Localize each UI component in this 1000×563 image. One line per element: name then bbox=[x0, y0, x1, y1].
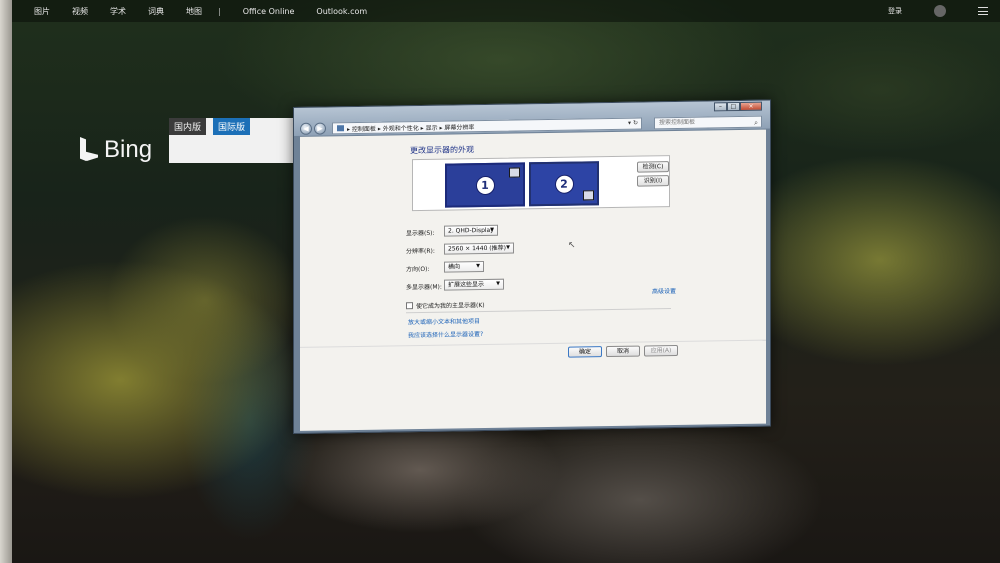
search-input[interactable]: 搜索控制面板 ⌕ bbox=[654, 115, 762, 130]
bing-logo-text: Bing bbox=[104, 136, 153, 163]
detect-button[interactable]: 检测(C) bbox=[637, 161, 669, 173]
nav-link-office-online[interactable]: Office Online bbox=[243, 7, 295, 16]
search-placeholder: 搜索控制面板 bbox=[659, 118, 696, 127]
nav-account-area: 登录 bbox=[866, 5, 988, 17]
back-arrow-icon[interactable]: ◀ bbox=[300, 122, 312, 135]
address-path: ▸ 控制面板 ▸ 外观和个性化 ▸ 显示 ▸ 屏幕分辨率 bbox=[347, 123, 475, 133]
page-title: 更改显示器的外观 bbox=[410, 145, 474, 156]
chevron-down-icon: ▼ bbox=[476, 263, 480, 270]
tab-international[interactable]: 国际版 bbox=[213, 118, 251, 135]
resolution-select[interactable]: 2560 × 1440 (推荐) ▼ bbox=[444, 242, 514, 255]
advanced-settings-link[interactable]: 高级设置 bbox=[652, 286, 676, 295]
forward-arrow-icon[interactable]: ▶ bbox=[314, 122, 326, 135]
multi-display-value: 扩展这些显示 bbox=[448, 280, 485, 289]
screen-resolution-window: – □ × ◀ ▶ ▸ 控制面板 ▸ 外观和个性化 ▸ 显示 ▸ 屏幕分辨率 ▾… bbox=[293, 99, 771, 435]
which-settings-link[interactable]: 我应该选择什么显示器设置? bbox=[408, 329, 483, 339]
nav-link-academic[interactable]: 学术 bbox=[110, 6, 126, 17]
nav-link-videos[interactable]: 视频 bbox=[72, 6, 88, 17]
monitor-arrangement: 1 2 检测(C) 识别(I) bbox=[412, 155, 670, 212]
main-display-option[interactable]: 使它成为我的主显示器(K) bbox=[406, 300, 485, 310]
orientation-value: 横向 bbox=[448, 263, 461, 271]
region-tabs: 国内版 国际版 bbox=[169, 118, 299, 163]
address-dropdown-icon[interactable]: ▾ ↻ bbox=[628, 120, 638, 127]
hamburger-menu-icon[interactable] bbox=[978, 7, 988, 15]
mouse-pointer-icon: ↖ bbox=[568, 240, 576, 251]
nav-separator: | bbox=[218, 6, 221, 16]
monitor-1[interactable]: 1 bbox=[445, 162, 525, 208]
main-display-checkbox[interactable] bbox=[406, 302, 413, 310]
monitor-1-number: 1 bbox=[475, 175, 495, 195]
chevron-down-icon: ▼ bbox=[506, 244, 510, 251]
search-icon[interactable]: ⌕ bbox=[754, 118, 758, 128]
nav-link-maps[interactable]: 地图 bbox=[186, 6, 202, 17]
nav-link-outlook[interactable]: Outlook.com bbox=[316, 7, 367, 16]
tab-china[interactable]: 国内版 bbox=[169, 118, 207, 135]
monitor-2[interactable]: 2 bbox=[529, 161, 599, 207]
signin-link[interactable]: 登录 bbox=[888, 6, 902, 16]
display-select[interactable]: 2. QHD-Display ▼ bbox=[444, 224, 498, 237]
nav-link-images[interactable]: 图片 bbox=[34, 6, 50, 17]
bing-logo[interactable]: Bing bbox=[80, 136, 152, 164]
ok-button[interactable]: 确定 bbox=[568, 346, 602, 358]
main-display-checkbox-label: 使它成为我的主显示器(K) bbox=[416, 301, 485, 311]
monitor-bezel bbox=[0, 0, 12, 563]
control-panel-icon bbox=[337, 125, 344, 132]
monitor-1-badge-icon bbox=[509, 167, 520, 178]
minimize-icon[interactable]: – bbox=[714, 102, 727, 112]
chevron-down-icon: ▼ bbox=[490, 226, 494, 233]
bing-b-icon bbox=[80, 137, 98, 163]
identify-button[interactable]: 识别(I) bbox=[637, 175, 669, 187]
close-icon[interactable]: × bbox=[740, 101, 762, 111]
resolution-label: 分辨率(R): bbox=[406, 247, 435, 256]
button-bar-divider bbox=[300, 339, 766, 348]
cancel-button[interactable]: 取消 bbox=[606, 345, 640, 358]
display-value: 2. QHD-Display bbox=[448, 226, 494, 235]
window-client-area: 更改显示器的外观 1 2 检测(C) 识别(I) 显示器(S): 2. QHD-… bbox=[300, 129, 766, 431]
window-controls: – □ × bbox=[714, 101, 762, 112]
chevron-down-icon: ▼ bbox=[496, 280, 500, 287]
maximize-icon[interactable]: □ bbox=[727, 101, 740, 112]
multi-display-label: 多显示器(M): bbox=[406, 283, 442, 292]
nav-link-dictionary[interactable]: 词典 bbox=[148, 6, 164, 17]
text-size-link[interactable]: 放大或缩小文本和其他项目 bbox=[408, 316, 480, 326]
display-label: 显示器(S): bbox=[406, 229, 435, 238]
multi-display-select[interactable]: 扩展这些显示 ▼ bbox=[444, 278, 504, 291]
bing-top-nav: 图片 视频 学术 词典 地图 | Office Online Outlook.c… bbox=[12, 0, 1000, 22]
avatar-icon[interactable] bbox=[934, 5, 946, 17]
orientation-label: 方向(O): bbox=[406, 265, 430, 274]
apply-button[interactable]: 应用(A) bbox=[644, 344, 678, 357]
resolution-value: 2560 × 1440 (推荐) bbox=[448, 244, 506, 253]
monitor-2-badge-icon bbox=[583, 190, 594, 201]
orientation-select[interactable]: 横向 ▼ bbox=[444, 260, 484, 273]
monitor-2-number: 2 bbox=[554, 174, 574, 194]
